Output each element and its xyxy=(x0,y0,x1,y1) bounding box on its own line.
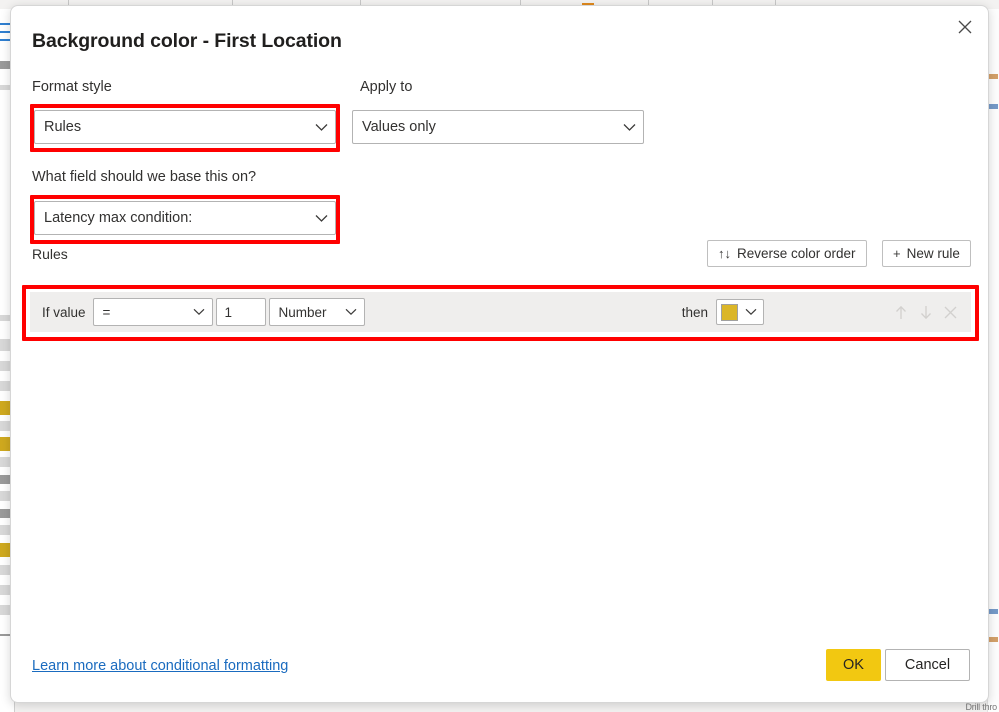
chevron-down-icon xyxy=(307,214,335,223)
cancel-button[interactable]: Cancel xyxy=(885,649,970,681)
background-color-dialog: Background color - First Location Format… xyxy=(10,5,989,703)
table-row: If value = Number then xyxy=(30,292,971,332)
chevron-down-icon xyxy=(186,308,212,316)
operator-value: = xyxy=(102,304,111,320)
reverse-color-order-button[interactable]: ↑↓ Reverse color order xyxy=(707,240,867,267)
format-style-label: Format style xyxy=(32,79,112,95)
then-label: then xyxy=(681,304,708,320)
backdrop-right-marker xyxy=(989,637,998,642)
format-style-select[interactable]: Rules xyxy=(34,110,336,144)
apply-to-label: Apply to xyxy=(360,79,413,95)
page-title: Background color - First Location xyxy=(32,30,342,52)
value-type-value: Number xyxy=(278,304,327,320)
base-field-value: Latency max condition: xyxy=(44,210,193,226)
reverse-color-order-label: Reverse color order xyxy=(737,246,856,261)
operator-select[interactable]: = xyxy=(92,298,213,326)
base-field-select[interactable]: Latency max condition: xyxy=(34,201,336,235)
if-value-label: If value xyxy=(42,304,86,320)
rules-section-caption: Rules xyxy=(32,246,68,262)
arrow-down-icon[interactable] xyxy=(919,305,933,320)
backdrop-right-marker xyxy=(989,609,998,614)
new-rule-button[interactable]: + New rule xyxy=(882,240,971,267)
backdrop-right-marker xyxy=(989,74,998,79)
ok-button[interactable]: OK xyxy=(826,649,881,681)
learn-more-link[interactable]: Learn more about conditional formatting xyxy=(32,658,288,674)
threshold-input[interactable] xyxy=(215,298,266,326)
value-type-select[interactable]: Number xyxy=(268,298,365,326)
backdrop-bottom-label: Drill thro xyxy=(965,702,997,712)
new-rule-label: New rule xyxy=(906,246,960,261)
backdrop-right-marker xyxy=(989,104,998,109)
apply-to-select[interactable]: Values only xyxy=(352,110,644,144)
close-icon[interactable] xyxy=(948,12,982,42)
format-style-value: Rules xyxy=(44,119,82,135)
color-swatch xyxy=(721,303,738,321)
rule-row-actions xyxy=(894,305,957,320)
arrow-up-icon[interactable] xyxy=(894,305,908,320)
rule-color-picker[interactable] xyxy=(716,299,764,325)
chevron-down-icon xyxy=(307,123,335,132)
base-field-label: What field should we base this on? xyxy=(32,169,257,185)
chevron-down-icon xyxy=(615,123,643,132)
chevron-down-icon xyxy=(738,308,763,316)
sort-arrows-icon: ↑↓ xyxy=(718,246,731,261)
plus-icon: + xyxy=(893,246,901,261)
apply-to-value: Values only xyxy=(362,119,436,135)
close-icon[interactable] xyxy=(944,306,957,319)
chevron-down-icon xyxy=(338,308,364,316)
